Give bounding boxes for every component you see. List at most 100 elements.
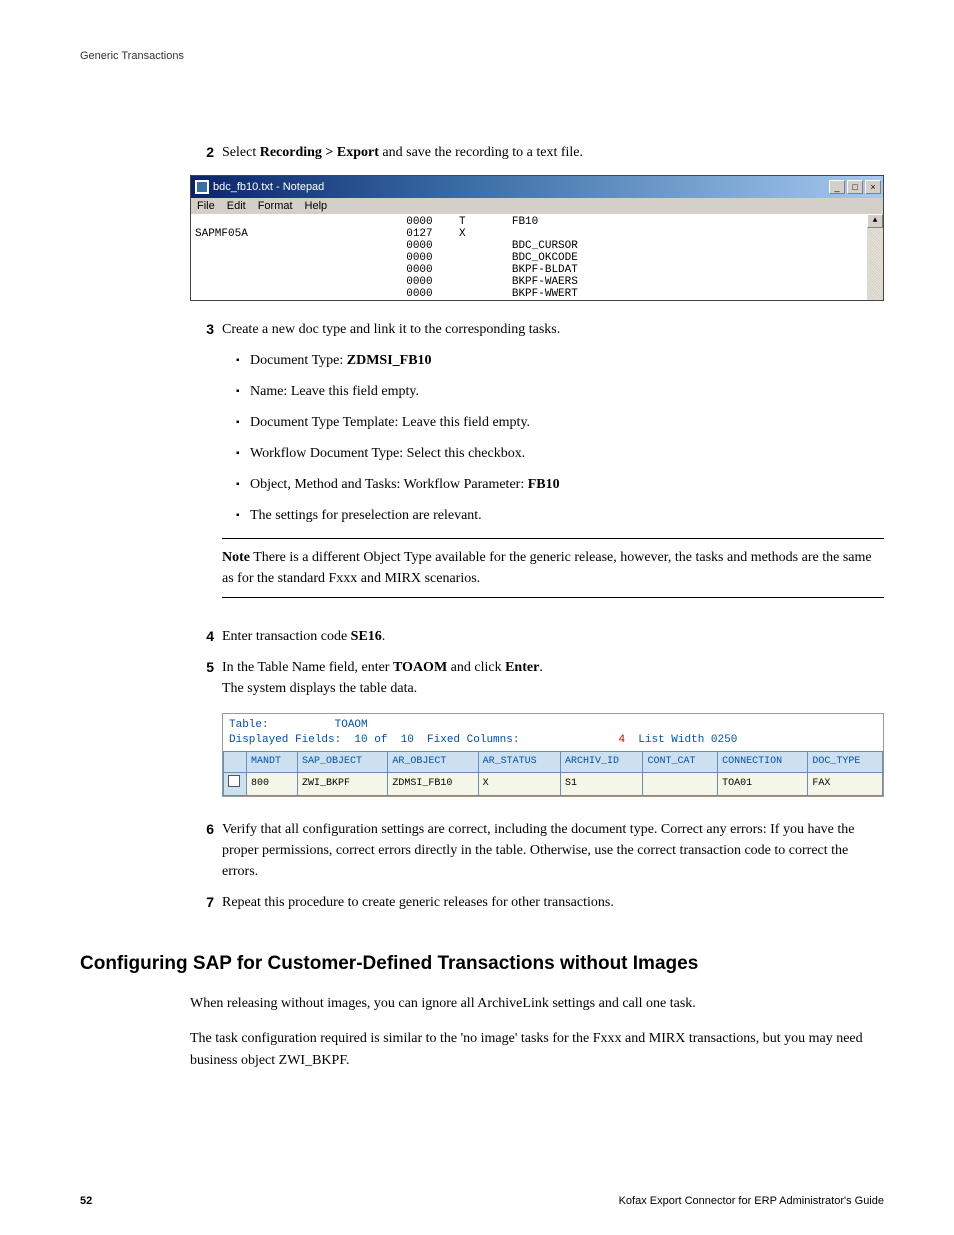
col-sap-object[interactable]: SAP_OBJECT [298, 751, 388, 772]
text: The settings for preselection are releva… [250, 508, 482, 523]
table-name-value: TOAOM [335, 719, 368, 731]
cell-ar-status: X [478, 772, 560, 795]
list-item: Name: Leave this field empty. [236, 381, 884, 402]
step-text: Create a new doc type and link it to the… [222, 319, 884, 340]
scroll-up-icon[interactable]: ▲ [867, 214, 883, 228]
notepad-body: 0000 T FB10 SAPMF05A 0127 X 0000 BDC_CUR… [191, 214, 883, 300]
text: Document Type Template: Leave this field… [250, 415, 530, 430]
list-item: Document Type Template: Leave this field… [236, 412, 884, 433]
col-ar-status[interactable]: AR_STATUS [478, 751, 560, 772]
step-7: 7 Repeat this procedure to create generi… [190, 892, 884, 913]
text: . [539, 660, 543, 675]
notepad-icon [195, 180, 209, 194]
footer-guide-title: Kofax Export Connector for ERP Administr… [619, 1195, 884, 1207]
window-controls: _ □ × [829, 180, 881, 194]
sap-data-grid: MANDT SAP_OBJECT AR_OBJECT AR_STATUS ARC… [223, 751, 883, 796]
select-column [224, 751, 247, 772]
notepad-window: bdc_fb10.txt - Notepad _ □ × File Edit F… [190, 175, 884, 301]
notepad-menubar: File Edit Format Help [191, 198, 883, 214]
step-text: Select Recording > Export and save the r… [222, 142, 884, 163]
cell-doc-type: FAX [808, 772, 883, 795]
text: Name: Leave this field empty. [250, 384, 419, 399]
col-ar-object[interactable]: AR_OBJECT [388, 751, 478, 772]
col-connection[interactable]: CONNECTION [718, 751, 808, 772]
text: Object, Method and Tasks: Workflow Param… [250, 477, 528, 492]
cell-sap-object: ZWI_BKPF [298, 772, 388, 795]
value: ZDMSI_FB10 [347, 353, 432, 368]
paragraph: The task configuration required is simil… [190, 1028, 884, 1071]
step-number: 7 [190, 892, 214, 913]
page-number: 52 [80, 1195, 92, 1207]
value: Enter [505, 660, 539, 675]
col-doc-type[interactable]: DOC_TYPE [808, 751, 883, 772]
text: and click [447, 660, 505, 675]
value: FB10 [528, 477, 560, 492]
close-button[interactable]: × [865, 180, 881, 194]
list-item: Workflow Document Type: Select this chec… [236, 443, 884, 464]
menu-edit[interactable]: Edit [227, 200, 246, 212]
sap-table-meta: Table: TOAOM Displayed Fields: 10 of 10 … [223, 714, 883, 751]
minimize-button[interactable]: _ [829, 180, 845, 194]
step-number: 6 [190, 819, 214, 882]
menu-file[interactable]: File [197, 200, 215, 212]
step-number: 4 [190, 626, 214, 647]
text: Document Type: [250, 353, 347, 368]
list-item: Object, Method and Tasks: Workflow Param… [236, 474, 884, 495]
value: TOAOM [393, 660, 447, 675]
step-6: 6 Verify that all configuration settings… [190, 819, 884, 882]
text: . [382, 629, 386, 644]
step-text: In the Table Name field, enter TOAOM and… [222, 657, 884, 678]
menu-path: Recording > Export [260, 145, 379, 160]
checkbox-icon[interactable] [228, 775, 240, 787]
scrollbar-vertical[interactable]: ▲ [867, 214, 883, 300]
notepad-text[interactable]: 0000 T FB10 SAPMF05A 0127 X 0000 BDC_CUR… [195, 216, 863, 300]
step-number: 5 [190, 657, 214, 815]
cell-cont-cat [643, 772, 718, 795]
list-item: The settings for preselection are releva… [236, 505, 884, 526]
menu-help[interactable]: Help [305, 200, 328, 212]
step-5: 5 In the Table Name field, enter TOAOM a… [190, 657, 884, 815]
step-3-bullets: Document Type: ZDMSI_FB10 Name: Leave th… [222, 350, 884, 526]
note-label: Note [222, 550, 250, 565]
text: Workflow Document Type: Select this chec… [250, 446, 525, 461]
col-cont-cat[interactable]: CONT_CAT [643, 751, 718, 772]
note-text: There is a different Object Type availab… [222, 550, 872, 586]
text: In the Table Name field, enter [222, 660, 393, 675]
notepad-title: bdc_fb10.txt - Notepad [213, 181, 829, 193]
page-footer: 52 Kofax Export Connector for ERP Admini… [80, 1195, 884, 1207]
cell-ar-object: ZDMSI_FB10 [388, 772, 478, 795]
step-text: Repeat this procedure to create generic … [222, 892, 884, 913]
note-box: Note There is a different Object Type av… [222, 538, 884, 598]
step-4: 4 Enter transaction code SE16. [190, 626, 884, 647]
table-row[interactable]: 800 ZWI_BKPF ZDMSI_FB10 X S1 TOA01 FAX [224, 772, 883, 795]
section-heading: Configuring SAP for Customer-Defined Tra… [80, 953, 884, 975]
cell-archiv-id: S1 [561, 772, 643, 795]
text: and save the recording to a text file. [379, 145, 583, 160]
page-header-label: Generic Transactions [80, 50, 884, 62]
text: Enter transaction code [222, 629, 351, 644]
cell-connection: TOA01 [718, 772, 808, 795]
maximize-button[interactable]: □ [847, 180, 863, 194]
step-number: 3 [190, 319, 214, 616]
label: Table: [229, 719, 335, 731]
text: Select [222, 145, 260, 160]
step-3: 3 Create a new doc type and link it to t… [190, 319, 884, 616]
row-select-checkbox[interactable] [224, 772, 247, 795]
list-item: Document Type: ZDMSI_FB10 [236, 350, 884, 371]
cell-mandt: 800 [247, 772, 298, 795]
sap-table-window: Table: TOAOM Displayed Fields: 10 of 10 … [222, 713, 884, 797]
col-mandt[interactable]: MANDT [247, 751, 298, 772]
menu-format[interactable]: Format [258, 200, 293, 212]
step-text-2: The system displays the table data. [222, 678, 884, 699]
paragraph: When releasing without images, you can i… [190, 993, 884, 1015]
col-archiv-id[interactable]: ARCHIV_ID [561, 751, 643, 772]
table-header-row: MANDT SAP_OBJECT AR_OBJECT AR_STATUS ARC… [224, 751, 883, 772]
list-width-value: List Width 0250 [625, 734, 737, 746]
step-2: 2 Select Recording > Export and save the… [190, 142, 884, 163]
label: Displayed Fields: 10 of 10 Fixed Columns… [229, 734, 519, 746]
value: SE16 [351, 629, 382, 644]
step-text: Verify that all configuration settings a… [222, 819, 884, 882]
step-number: 2 [190, 142, 214, 163]
step-text: Enter transaction code SE16. [222, 626, 884, 647]
notepad-titlebar: bdc_fb10.txt - Notepad _ □ × [191, 176, 883, 198]
